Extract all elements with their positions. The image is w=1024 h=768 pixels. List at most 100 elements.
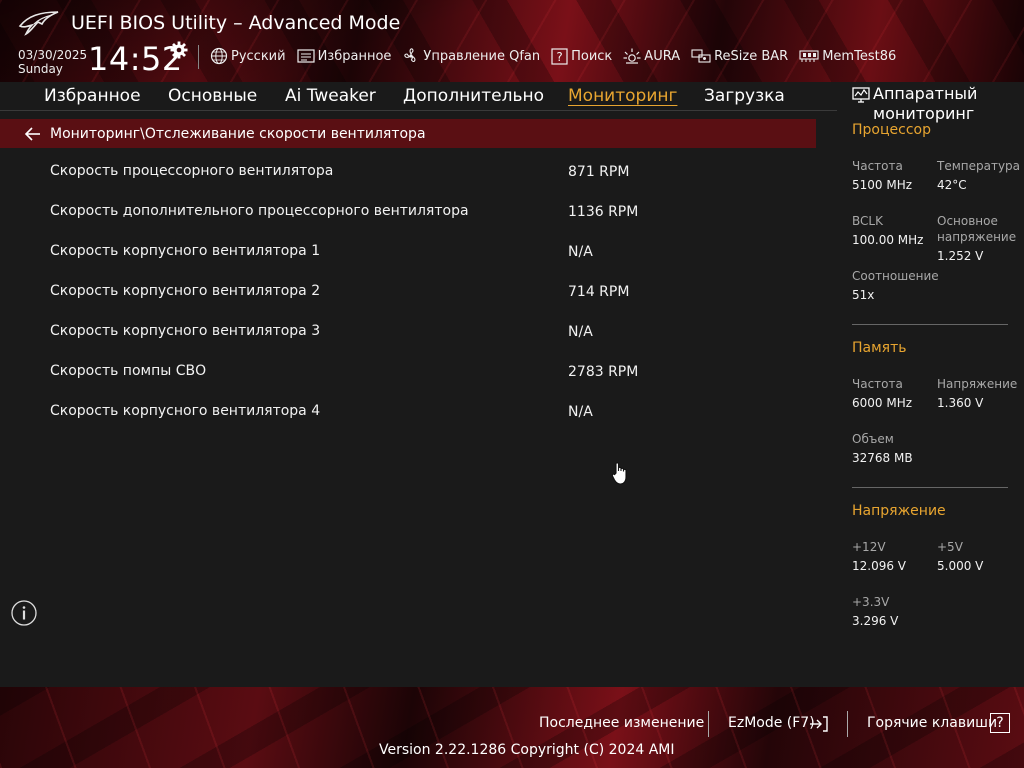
row-value: N/A [568, 404, 593, 420]
tab-advanced[interactable]: Дополнительно [403, 86, 544, 106]
row-value: 1136 RPM [568, 204, 639, 220]
sidebar-divider [852, 324, 1008, 325]
resize-bar-button[interactable]: ReSize BAR [691, 48, 788, 64]
cpu-freq-value: 5100 MHz [852, 178, 913, 192]
cpu-heading: Процессор [852, 122, 931, 138]
row-label: Скорость дополнительного процессорного в… [50, 203, 469, 219]
hotkeys-button[interactable]: Горячие клавиши [867, 715, 997, 731]
language-label: Русский [231, 48, 286, 64]
tab-monitor[interactable]: Мониторинг [568, 86, 677, 106]
row-value: N/A [568, 244, 593, 260]
language-button[interactable]: Русский [210, 47, 286, 65]
favorites-icon [296, 49, 315, 63]
v12-label: +12V [852, 540, 886, 554]
breadcrumb[interactable]: Мониторинг\Отслеживание скорости вентиля… [0, 119, 816, 148]
aura-icon [623, 48, 641, 64]
aura-button[interactable]: AURA [623, 47, 680, 65]
main-panel: Избранное Основные Ai Tweaker Дополнител… [0, 82, 837, 577]
clock: 14:52 [88, 40, 183, 78]
mem-volt-value: 1.360 V [937, 396, 984, 410]
toolbar: Русский Избранное Управление Qfan ? Поис… [210, 46, 907, 66]
qfan-button[interactable]: Управление Qfan [402, 47, 540, 65]
mem-freq-label: Частота [852, 377, 903, 391]
help-panel [0, 584, 837, 687]
gear-icon[interactable] [170, 41, 188, 59]
voltage-heading: Напряжение [852, 503, 946, 519]
sidebar-divider [852, 487, 1008, 488]
footer-divider [847, 711, 848, 737]
fan-row-chassis-1[interactable]: Скорость корпусного вентилятора 1 N/A [0, 243, 816, 271]
v5-label: +5V [937, 540, 963, 554]
tab-bar: Избранное Основные Ai Tweaker Дополнител… [0, 82, 837, 111]
help-search-icon: ? [551, 47, 568, 65]
row-label: Скорость корпусного вентилятора 4 [50, 403, 321, 419]
fan-row-aio-pump[interactable]: Скорость помпы СВО 2783 RPM [0, 363, 816, 391]
resize-bar-label: ReSize BAR [714, 48, 789, 64]
vcore-value: 1.252 V [937, 249, 984, 263]
memtest-label: MemTest86 [822, 48, 897, 64]
fan-row-chassis-4[interactable]: Скорость корпусного вентилятора 4 N/A [0, 403, 816, 431]
globe-icon [210, 47, 228, 65]
tab-ai-tweaker[interactable]: Ai Tweaker [285, 86, 376, 106]
svg-text:?: ? [556, 50, 562, 64]
hardware-monitor-panel: Аппаратный мониторинг Процессор Частота … [845, 82, 1024, 687]
day-text: Sunday [18, 62, 63, 76]
memory-heading: Память [852, 340, 907, 356]
bclk-value: 100.00 MHz [852, 233, 924, 247]
hotkeys-key-icon[interactable]: ? [990, 713, 1010, 733]
cpu-freq-label: Частота [852, 159, 903, 173]
row-label: Скорость корпусного вентилятора 2 [50, 283, 321, 299]
hardware-monitor-title: Аппаратный мониторинг [873, 84, 978, 123]
info-icon [11, 600, 37, 626]
footer-divider [708, 711, 709, 737]
bclk-label: BCLK [852, 214, 883, 228]
tab-boot[interactable]: Загрузка [704, 86, 785, 106]
mem-freq-value: 6000 MHz [852, 396, 913, 410]
tab-main[interactable]: Основные [168, 86, 257, 106]
cpu-temp-value: 42°C [937, 178, 967, 192]
vcore-label: Основное напряжение [937, 214, 1017, 244]
row-label: Скорость процессорного вентилятора [50, 163, 334, 179]
hand-cursor-icon [611, 462, 627, 485]
exit-arrow-icon[interactable] [809, 715, 829, 733]
back-arrow-icon[interactable] [24, 126, 42, 141]
fan-icon [404, 48, 416, 63]
row-value: 2783 RPM [568, 364, 639, 380]
ratio-label: Соотношение [852, 269, 939, 283]
fan-row-cpu-opt[interactable]: Скорость дополнительного процессорного в… [0, 203, 816, 231]
tab-favorites[interactable]: Избранное [44, 86, 141, 106]
version-text: Version 2.22.1286 Copyright (C) 2024 AMI [379, 742, 675, 758]
mem-size-label: Объем [852, 432, 894, 446]
resize-bar-icon [691, 49, 711, 63]
v12-value: 12.096 V [852, 559, 907, 573]
row-value: 714 RPM [568, 284, 630, 300]
v5-value: 5.000 V [937, 559, 984, 573]
favorites-label: Избранное [317, 48, 392, 64]
search-button[interactable]: ? Поиск [551, 47, 613, 65]
row-value: N/A [568, 324, 593, 340]
date-text: 03/30/2025 [18, 48, 88, 62]
search-label: Поиск [571, 48, 613, 64]
app-title: UEFI BIOS Utility – Advanced Mode [71, 12, 401, 34]
mem-size-value: 32768 MB [852, 451, 913, 465]
monitor-icon [852, 87, 870, 103]
memtest-icon [799, 50, 819, 62]
mem-volt-label: Напряжение [937, 377, 1018, 391]
ezmode-label: EzMode (F7) [728, 715, 815, 731]
breadcrumb-text: Мониторинг\Отслеживание скорости вентиля… [50, 125, 426, 142]
memtest-button[interactable]: MemTest86 [799, 49, 896, 64]
v33-label: +3.3V [852, 595, 890, 609]
ezmode-button[interactable]: EzMode (F7) [728, 715, 815, 731]
fan-row-chassis-3[interactable]: Скорость корпусного вентилятора 3 N/A [0, 323, 816, 351]
rog-logo [18, 11, 59, 36]
fan-row-chassis-2[interactable]: Скорость корпусного вентилятора 2 714 RP… [0, 283, 816, 311]
fan-row-cpu[interactable]: Скорость процессорного вентилятора 871 R… [0, 163, 816, 191]
row-label: Скорость корпусного вентилятора 1 [50, 243, 321, 259]
last-change-button[interactable]: Последнее изменение [539, 715, 704, 731]
row-label: Скорость помпы СВО [50, 363, 207, 379]
favorites-button[interactable]: Избранное [296, 48, 392, 64]
v33-value: 3.296 V [852, 614, 899, 628]
row-label: Скорость корпусного вентилятора 3 [50, 323, 321, 339]
aura-label: AURA [644, 48, 681, 64]
ratio-value: 51x [852, 288, 875, 302]
